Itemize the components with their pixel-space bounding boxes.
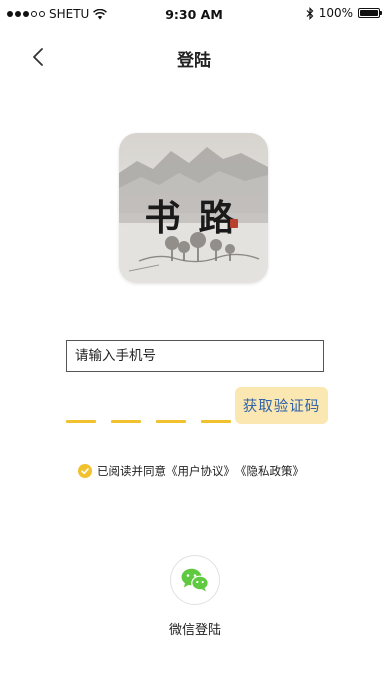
wechat-login-label: 微信登陆 (168, 623, 221, 638)
agreement-row: 已阅读并同意 《用户协议》 《隐私政策》 (78, 463, 304, 479)
wechat-icon (181, 568, 209, 592)
agreement-checkbox[interactable] (78, 464, 92, 478)
privacy-policy-link[interactable]: 《隐私政策》 (235, 463, 304, 479)
page-title: 登陆 (177, 51, 211, 71)
code-slot[interactable] (201, 420, 231, 423)
status-right: 100% (306, 6, 382, 20)
agreement-prefix: 已阅读并同意 (97, 464, 166, 478)
user-agreement-link[interactable]: 《用户协议》 (166, 463, 235, 479)
logo-seal (230, 219, 238, 228)
battery-percent: 100% (318, 6, 353, 20)
battery-icon (358, 8, 382, 18)
phone-input[interactable] (66, 340, 324, 372)
app-logo: 书路 (119, 133, 268, 283)
wechat-login-button[interactable] (170, 555, 220, 605)
bluetooth-icon (306, 6, 314, 20)
code-slot[interactable] (66, 420, 96, 423)
status-bar: SHETU 9:30 AM 100% (0, 0, 388, 28)
logo-text: 书路 (144, 197, 253, 239)
agreement-text: 已阅读并同意 《用户协议》 《隐私政策》 (97, 463, 304, 479)
code-slot[interactable] (111, 420, 141, 423)
code-slot[interactable] (156, 420, 186, 423)
get-code-button[interactable]: 获取验证码 (235, 387, 328, 424)
verification-code-slots[interactable] (66, 420, 231, 423)
checkmark-icon (81, 468, 89, 475)
nav-bar: 登陆 (0, 36, 388, 80)
